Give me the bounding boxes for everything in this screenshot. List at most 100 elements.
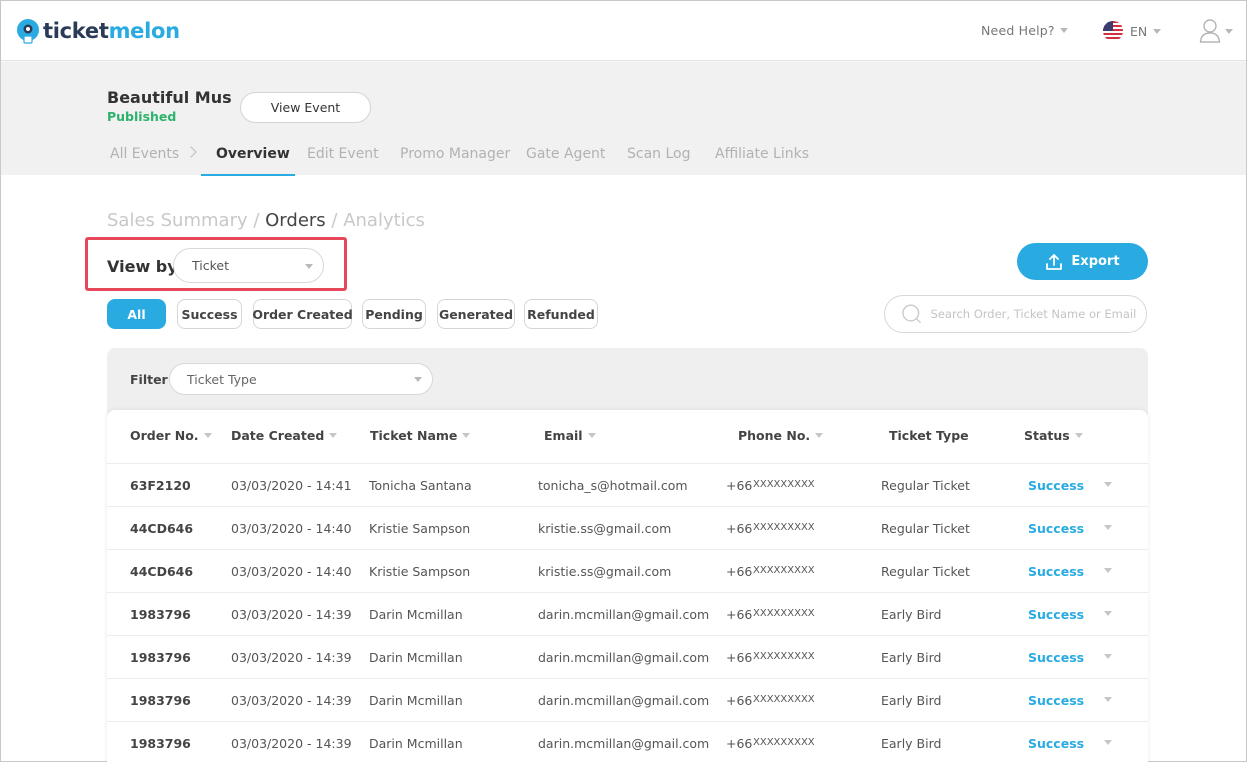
tab-affiliate-links[interactable]: Affiliate Links [715,146,809,162]
tab-gate-agent[interactable]: Gate Agent [526,146,605,162]
ticket-name-cell: Darin Mcmillan [369,693,463,708]
filter-pending-button[interactable]: Pending [362,299,426,329]
row-expand-chevron-icon[interactable] [1104,697,1112,702]
breadcrumb-analytics[interactable]: Analytics [343,210,425,231]
ticket-type-cell: Regular Ticket [881,478,970,493]
email-cell: kristie.ss@gmail.com [538,521,672,536]
row-expand-chevron-icon[interactable] [1104,482,1112,487]
language-selector[interactable]: EN [1102,20,1162,42]
email-cell: tonicha_s@hotmail.com [538,478,688,493]
breadcrumb-separator: / [247,210,266,231]
chevron-down-icon [305,264,313,269]
column-header-phone-no[interactable]: Phone No. [738,428,824,443]
column-header-label: Order No. [130,428,199,443]
tab-all-events[interactable]: All Events [110,146,179,162]
view-event-button[interactable]: View Event [240,92,371,123]
language-label: EN [1130,23,1148,39]
table-row[interactable]: 1983796 03/03/2020 - 14:39 Darin Mcmillan d… [107,635,1148,678]
breadcrumb-orders[interactable]: Orders [265,210,326,231]
table-row[interactable]: 1983796 03/03/2020 - 14:39 Darin Mcmillan d… [107,721,1148,762]
order-number-cell: 1983796 [130,693,191,708]
date-created-cell: 03/03/2020 - 14:40 [231,564,352,579]
view-by-label: View by [107,257,178,276]
event-header: Beautiful Mus Published View Event All E… [1,62,1246,176]
email-cell: darin.mcmillan@gmail.com [538,650,710,665]
logo-text-ticket: ticket [43,19,109,43]
phone-code-cell: +66 [726,564,753,579]
tab-scan-log[interactable]: Scan Log [627,146,691,162]
ticket-name-cell: Darin Mcmillan [369,736,463,751]
order-number-cell: 1983796 [130,736,191,751]
filter-label: Filter [130,372,168,387]
column-header-email[interactable]: Email [544,428,596,443]
ticket-name-cell: Kristie Sampson [369,521,471,536]
user-menu[interactable] [1199,18,1233,44]
event-title: Beautiful Mus [107,88,232,107]
filter-success-button[interactable]: Success [177,299,242,329]
date-created-cell: 03/03/2020 - 14:39 [231,736,352,751]
column-header-ticket-name[interactable]: Ticket Name [370,428,471,443]
sort-icon [1074,433,1083,438]
view-by-select[interactable]: Ticket [173,248,324,283]
ticket-name-cell: Darin Mcmillan [369,607,463,622]
breadcrumb-separator: / [325,210,344,231]
table-row[interactable]: 63F2120 03/03/2020 - 14:41 Tonicha Santana… [107,463,1148,506]
ticket-name-cell: Tonicha Santana [369,478,472,493]
tab-promo-manager[interactable]: Promo Manager [400,146,510,162]
date-created-cell: 03/03/2020 - 14:41 [231,478,352,493]
event-tabs: All Events Overview Edit Event Promo Man… [1,136,1246,176]
phone-number-cell: XXXXXXXXX [753,651,815,662]
section-breadcrumb: Sales Summary / Orders / Analytics [107,210,425,231]
table-row[interactable]: 1983796 03/03/2020 - 14:39 Darin Mcmillan d… [107,678,1148,721]
phone-code-cell: +66 [726,693,753,708]
email-cell: darin.mcmillan@gmail.com [538,693,710,708]
row-expand-chevron-icon[interactable] [1104,611,1112,616]
row-expand-chevron-icon[interactable] [1104,740,1112,745]
status-cell: Success [1028,564,1085,579]
ticket-type-cell: Early Bird [881,607,942,622]
export-button[interactable]: Export [1017,243,1148,280]
row-expand-chevron-icon[interactable] [1104,568,1112,573]
filter-generated-button[interactable]: Generated [437,299,515,329]
table-row[interactable]: 44CD646 03/03/2020 - 14:40 Kristie Sampson… [107,506,1148,549]
order-number-cell: 1983796 [130,650,191,665]
date-created-cell: 03/03/2020 - 14:40 [231,521,352,536]
order-number-cell: 1983796 [130,607,191,622]
status-cell: Success [1028,478,1085,493]
filter-refunded-button[interactable]: Refunded [524,299,598,329]
search-input[interactable] [930,307,1146,321]
phone-code-cell: +66 [726,736,753,751]
column-header-date-created[interactable]: Date Created [231,428,338,443]
status-cell: Success [1028,650,1085,665]
email-cell: darin.mcmillan@gmail.com [538,736,710,751]
column-header-order-no[interactable]: Order No. [130,428,212,443]
column-header-status[interactable]: Status [1024,428,1083,443]
breadcrumb-sales-summary[interactable]: Sales Summary [107,210,248,231]
filter-all-button[interactable]: All [107,299,166,329]
filter-order-created-button[interactable]: Order Created [252,299,353,329]
column-header-label: Status [1024,428,1070,443]
table-row[interactable]: 44CD646 03/03/2020 - 14:40 Kristie Sampson… [107,549,1148,592]
ticketmelon-logo[interactable]: ticketmelon [15,17,180,45]
phone-code-cell: +66 [726,478,753,493]
chevron-down-icon [1225,28,1233,34]
ticket-type-filter-select[interactable]: Ticket Type [169,363,433,395]
date-created-cell: 03/03/2020 - 14:39 [231,650,352,665]
phone-number-cell: XXXXXXXXX [753,522,815,533]
table-row[interactable]: 1983796 03/03/2020 - 14:39 Darin Mcmillan d… [107,592,1148,635]
logo-text-melon: melon [108,19,181,43]
tab-edit-event[interactable]: Edit Event [307,146,379,162]
search-box [884,295,1147,333]
column-header-label: Ticket Name [370,428,458,443]
view-by-value: Ticket [192,258,229,273]
phone-number-cell: XXXXXXXXX [753,694,815,705]
export-label: Export [1071,254,1120,269]
need-help-label: Need Help? [981,23,1055,38]
need-help-dropdown[interactable]: Need Help? [981,23,1068,38]
row-expand-chevron-icon[interactable] [1104,654,1112,659]
row-expand-chevron-icon[interactable] [1104,525,1112,530]
column-header-ticket-type: Ticket Type [889,428,969,443]
status-cell: Success [1028,736,1085,751]
tab-overview[interactable]: Overview [216,146,290,162]
order-number-cell: 44CD646 [130,564,194,579]
